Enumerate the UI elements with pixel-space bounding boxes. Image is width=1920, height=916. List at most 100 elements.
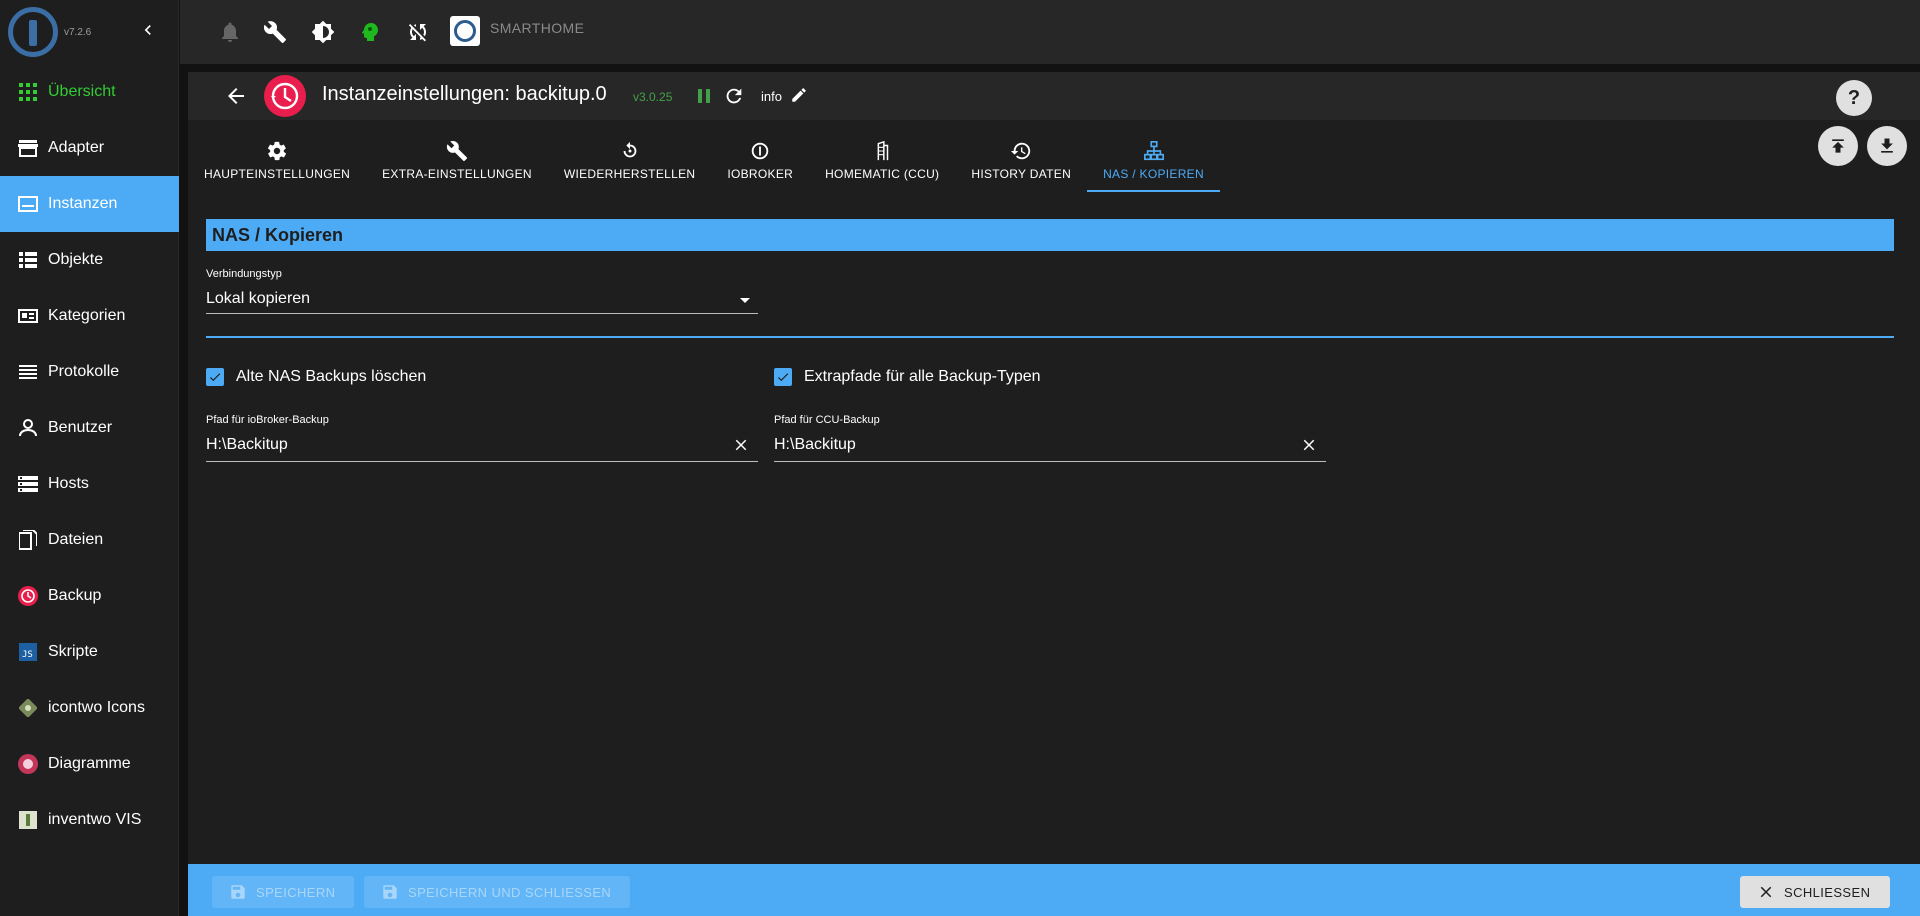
wrench-icon <box>445 139 469 163</box>
sidebar-item-label: inventwo VIS <box>48 811 142 828</box>
iobroker-path-input[interactable]: H:\Backitup <box>206 428 758 462</box>
icontwo-icon <box>16 696 40 720</box>
delete-old-backups-checkbox[interactable]: Alte NAS Backups löschen <box>206 368 426 386</box>
close-button-label: SCHLIESSEN <box>1784 884 1871 900</box>
reload-icon[interactable] <box>723 85 745 107</box>
tab-extra-settings[interactable]: EXTRA-EINSTELLUNGEN <box>366 128 548 192</box>
pencil-icon[interactable] <box>790 86 808 104</box>
restore-icon <box>618 139 642 163</box>
sidebar-item-scripts[interactable]: JS Skripte <box>0 624 179 680</box>
js-icon: JS <box>16 640 40 664</box>
sidebar-item-overview[interactable]: Übersicht <box>0 64 179 120</box>
section-title: NAS / Kopieren <box>206 219 1894 251</box>
sidebar-item-hosts[interactable]: Hosts <box>0 456 179 512</box>
sidebar-item-adapter[interactable]: Adapter <box>0 120 179 176</box>
floppy-icon <box>228 882 248 902</box>
save-button[interactable]: SPEICHERN <box>212 876 354 908</box>
ccu-path-input[interactable]: H:\Backitup <box>774 428 1326 462</box>
save-and-close-button[interactable]: SPEICHERN UND SCHLIESSEN <box>364 876 630 908</box>
pause-icon[interactable] <box>694 86 714 106</box>
iobroker-icon <box>748 139 772 163</box>
question-mark-icon: ? <box>1847 86 1861 109</box>
save-and-close-label: SPEICHERN UND SCHLIESSEN <box>408 884 612 900</box>
expert-mode-icon[interactable] <box>358 20 382 44</box>
adapter-version: v3.0.25 <box>633 90 673 104</box>
sidebar-item-inventwo-vis[interactable]: inventwo VIS <box>0 792 179 848</box>
sidebar-item-icontwo[interactable]: icontwo Icons <box>0 680 179 736</box>
sync-icon[interactable] <box>406 20 430 44</box>
store-icon <box>16 136 40 160</box>
brand: SMARTHOME <box>450 16 584 46</box>
tab-label: WIEDERHERSTELLEN <box>563 167 696 181</box>
sidebar-item-objects[interactable]: Objekte <box>0 232 179 288</box>
upload-icon <box>1832 139 1844 153</box>
sidebar-item-label: Instanzen <box>48 195 118 212</box>
wrench-icon[interactable] <box>263 20 287 44</box>
tab-bar: HAUPTEINSTELLUNGEN EXTRA-EINSTELLUNGEN W… <box>188 128 1220 192</box>
tab-restore[interactable]: WIEDERHERSTELLEN <box>548 128 712 192</box>
theme-icon[interactable] <box>311 20 335 44</box>
close-icon <box>1756 882 1776 902</box>
tab-history[interactable]: HISTORY DATEN <box>955 128 1087 192</box>
save-button-label: SPEICHERN <box>256 884 336 900</box>
chart-icon <box>16 752 40 776</box>
back-arrow-icon[interactable] <box>224 84 248 108</box>
vis-icon <box>16 808 40 832</box>
hosts-icon <box>16 472 40 496</box>
files-icon <box>16 528 40 552</box>
download-settings-button[interactable] <box>1867 126 1907 166</box>
tab-homematic[interactable]: HOMEMATIC (CCU) <box>809 128 955 192</box>
sidebar-item-files[interactable]: Dateien <box>0 512 179 568</box>
brand-name: SMARTHOME <box>490 20 585 36</box>
tab-label: HAUPTEINSTELLUNGEN <box>204 167 351 181</box>
iobroker-logo[interactable] <box>8 7 58 57</box>
extra-paths-checkbox[interactable]: Extrapfade für alle Backup-Typen <box>774 368 1041 386</box>
help-button[interactable]: ? <box>1836 80 1872 116</box>
chevron-left-icon[interactable] <box>138 20 158 40</box>
sidebar-item-categories[interactable]: Kategorien <box>0 288 179 344</box>
grid-icon <box>16 80 40 104</box>
ccu-path-value: H:\Backitup <box>774 436 856 453</box>
backup-clock-icon <box>264 75 306 117</box>
page-title: Instanzeinstellungen: backitup.0 <box>322 83 607 105</box>
history-icon <box>1009 139 1033 163</box>
sidebar-item-label: Hosts <box>48 475 89 492</box>
sidebar-item-users[interactable]: Benutzer <box>0 400 179 456</box>
tab-label: IOBROKER <box>727 167 794 181</box>
sidebar-item-label: Backup <box>48 587 102 604</box>
checkbox-checked-icon <box>774 368 792 386</box>
tab-nas-copy[interactable]: NAS / KOPIEREN <box>1087 128 1220 192</box>
connection-type-label: Verbindungstyp <box>206 268 282 280</box>
connection-type-value: Lokal kopieren <box>206 290 311 307</box>
sidebar-item-instances[interactable]: Instanzen <box>0 176 179 232</box>
sidebar-item-backup[interactable]: Backup <box>0 568 179 624</box>
sidebar-item-label: Objekte <box>48 251 104 268</box>
iobroker-path-label: Pfad für ioBroker-Backup <box>206 414 329 426</box>
tab-label: HOMEMATIC (CCU) <box>825 167 940 181</box>
tab-label: EXTRA-EINSTELLUNGEN <box>382 167 532 181</box>
bell-icon[interactable] <box>218 20 242 44</box>
sidebar-item-label: Diagramme <box>48 755 131 772</box>
sidebar-item-charts[interactable]: Diagramme <box>0 736 179 792</box>
sidebar-item-label: Kategorien <box>48 307 126 324</box>
sidebar-item-logs[interactable]: Protokolle <box>0 344 179 400</box>
log-icon <box>16 360 40 384</box>
log-level-label: info <box>761 89 782 104</box>
tab-main-settings[interactable]: HAUPTEINSTELLUNGEN <box>188 128 366 192</box>
download-icon <box>1881 138 1893 153</box>
upload-settings-button[interactable] <box>1818 126 1858 166</box>
checkbox-label: Extrapfade für alle Backup-Typen <box>804 368 1041 385</box>
clear-icon[interactable] <box>732 436 750 454</box>
list-icon <box>16 248 40 272</box>
tab-iobroker[interactable]: IOBROKER <box>711 128 809 192</box>
checkbox-checked-icon <box>206 368 224 386</box>
tab-label: HISTORY DATEN <box>971 167 1072 181</box>
app-version: v7.2.6 <box>64 27 92 38</box>
clear-icon[interactable] <box>1300 436 1318 454</box>
checkbox-label: Alte NAS Backups löschen <box>236 368 427 385</box>
close-button[interactable]: SCHLIESSEN <box>1740 876 1890 908</box>
connection-type-select[interactable]: Lokal kopieren <box>206 284 758 314</box>
gear-icon <box>265 139 289 163</box>
tab-label: NAS / KOPIEREN <box>1103 167 1204 181</box>
categories-icon <box>16 304 40 328</box>
